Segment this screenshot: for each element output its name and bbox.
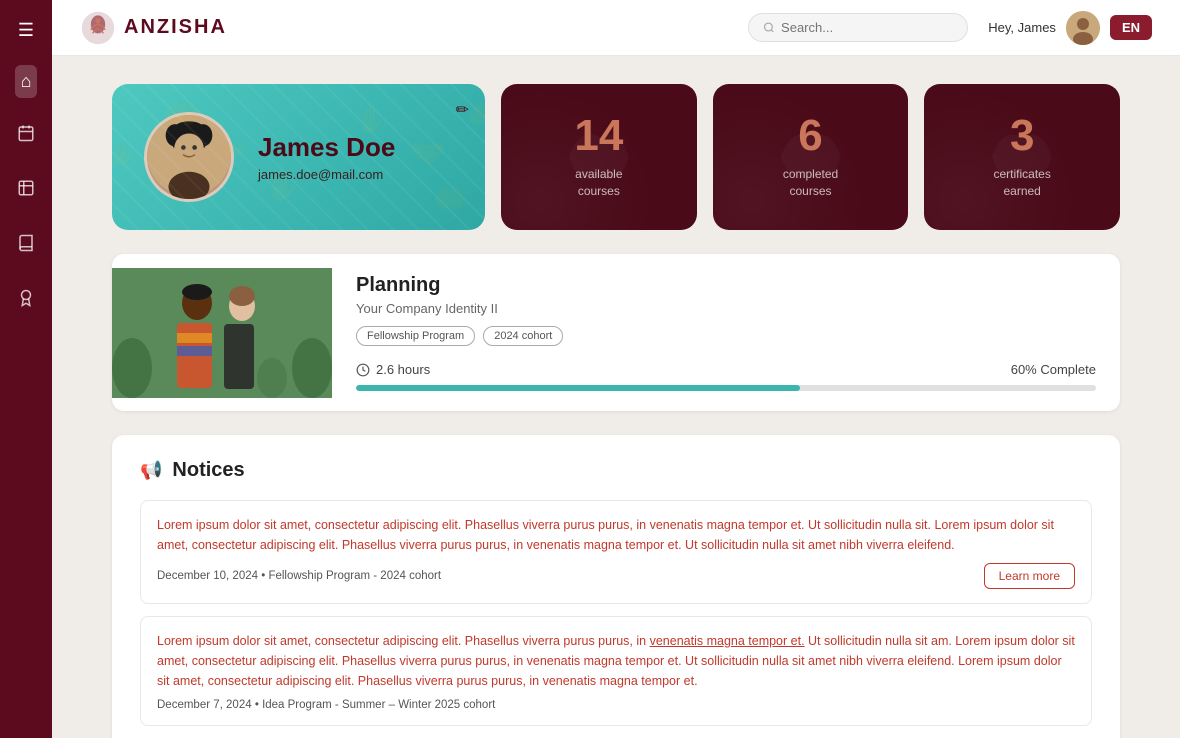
notices-title-text: Notices bbox=[172, 459, 244, 482]
course-tag-1: 2024 cohort bbox=[483, 326, 563, 346]
page-content: 🤝✋ 🤲👐 ✋🤝 🤲👐 👐✋ 🤲 bbox=[52, 56, 1180, 738]
topnav: ANZISHA Hey, James EN bbox=[52, 0, 1180, 56]
notice-item-1: Lorem ipsum dolor sit amet, consectetur … bbox=[140, 616, 1092, 726]
menu-toggle-icon[interactable]: ☰ bbox=[14, 16, 38, 45]
notice-text-0: Lorem ipsum dolor sit amet, consectetur … bbox=[157, 515, 1075, 555]
svg-text:🤲: 🤲 bbox=[467, 102, 485, 129]
stat-card-certificates: 3 certificatesearned bbox=[924, 84, 1120, 230]
notice-date-link-0: December 10, 2024 • Fellowship Program -… bbox=[157, 570, 441, 582]
top-section: 🤝✋ 🤲👐 ✋🤝 🤲👐 👐✋ 🤲 bbox=[112, 84, 1120, 230]
course-title: Planning bbox=[356, 274, 1096, 297]
profile-avatar-image bbox=[147, 112, 231, 199]
learn-more-button-0[interactable]: Learn more bbox=[984, 563, 1075, 589]
user-avatar-icon bbox=[1066, 11, 1100, 45]
sidebar-calendar-icon[interactable] bbox=[11, 118, 41, 153]
stat-label-completed: completedcourses bbox=[783, 166, 838, 200]
stat-label-certs: certificatesearned bbox=[994, 166, 1051, 200]
notices-card: 📢 Notices Lorem ipsum dolor sit amet, co… bbox=[112, 435, 1120, 738]
profile-avatar bbox=[144, 112, 234, 202]
search-input[interactable] bbox=[781, 20, 953, 35]
search-icon bbox=[763, 21, 775, 34]
megaphone-icon: 📢 bbox=[140, 460, 162, 481]
course-complete-label: 60% Complete bbox=[1011, 362, 1096, 377]
course-image bbox=[112, 268, 332, 398]
stat-card-available: 14 availablecourses bbox=[501, 84, 697, 230]
profile-edit-icon[interactable]: ✏ bbox=[456, 100, 469, 120]
course-info: Planning Your Company Identity II Fellow… bbox=[332, 254, 1120, 411]
course-image-svg bbox=[112, 268, 332, 398]
svg-text:✋: ✋ bbox=[112, 140, 138, 169]
sidebar-home-icon[interactable]: ⌂ bbox=[15, 65, 38, 98]
profile-name: James Doe bbox=[258, 132, 395, 163]
course-tag-0: Fellowship Program bbox=[356, 326, 475, 346]
course-subtitle: Your Company Identity II bbox=[356, 301, 1096, 316]
main-content: ANZISHA Hey, James EN bbox=[52, 0, 1180, 738]
progress-fill bbox=[356, 385, 800, 391]
greeting-label: Hey, James bbox=[988, 20, 1056, 35]
svg-text:✋: ✋ bbox=[355, 104, 389, 135]
search-bar[interactable] bbox=[748, 13, 968, 42]
sidebar-schedule-icon[interactable] bbox=[11, 173, 41, 208]
notice-meta-1: December 7, 2024 • Idea Program - Summer… bbox=[157, 699, 1075, 711]
profile-email: james.doe@mail.com bbox=[258, 167, 395, 182]
stat-number-completed: 6 bbox=[798, 114, 822, 158]
notice-item-0: Lorem ipsum dolor sit amet, consectetur … bbox=[140, 500, 1092, 604]
stat-number-available: 14 bbox=[574, 114, 623, 158]
stat-number-certs: 3 bbox=[1010, 114, 1034, 158]
svg-text:🤝: 🤝 bbox=[411, 138, 447, 170]
profile-card: 🤝✋ 🤲👐 ✋🤝 🤲👐 👐✋ 🤲 bbox=[112, 84, 485, 230]
course-duration: 2.6 hours bbox=[356, 362, 430, 377]
sidebar-book-icon[interactable] bbox=[11, 228, 41, 263]
svg-text:👐: 👐 bbox=[112, 187, 116, 214]
notice-separator-1: • bbox=[255, 699, 262, 711]
duration-label: 2.6 hours bbox=[376, 362, 430, 377]
underline-phrase-1: venenatis magna tempor et. bbox=[650, 634, 805, 648]
notice-meta-0: December 10, 2024 • Fellowship Program -… bbox=[157, 563, 1075, 589]
notice-text-1: Lorem ipsum dolor sit amet, consectetur … bbox=[157, 631, 1075, 691]
avatar[interactable] bbox=[1066, 11, 1100, 45]
course-tags: Fellowship Program 2024 cohort bbox=[356, 326, 1096, 346]
notice-date-0: December 10, 2024 bbox=[157, 570, 258, 582]
stat-label-available: availablecourses bbox=[575, 166, 622, 200]
logo-text: ANZISHA bbox=[124, 16, 227, 39]
course-card: Planning Your Company Identity II Fellow… bbox=[112, 254, 1120, 411]
notice-date-link-1: December 7, 2024 • Idea Program - Summer… bbox=[157, 699, 495, 711]
notice-link-0[interactable]: Fellowship Program - 2024 cohort bbox=[268, 570, 441, 582]
sidebar-badge-icon[interactable] bbox=[11, 283, 41, 318]
logo-emblem-icon bbox=[80, 10, 116, 46]
svg-text:🤲: 🤲 bbox=[433, 184, 467, 214]
notice-date-1: December 7, 2024 bbox=[157, 699, 252, 711]
profile-info: James Doe james.doe@mail.com bbox=[258, 132, 395, 182]
sidebar: ☰ ⌂ bbox=[0, 0, 52, 738]
logo: ANZISHA bbox=[80, 10, 227, 46]
notice-link-1[interactable]: Idea Program - Summer – Winter 2025 coho… bbox=[262, 699, 495, 711]
user-area: Hey, James EN bbox=[988, 11, 1152, 45]
notices-title: 📢 Notices bbox=[140, 459, 1092, 482]
progress-bar bbox=[356, 385, 1096, 391]
language-button[interactable]: EN bbox=[1110, 15, 1152, 40]
stat-card-completed: 6 completedcourses bbox=[713, 84, 909, 230]
clock-icon bbox=[356, 363, 370, 377]
course-meta: 2.6 hours 60% Complete bbox=[356, 362, 1096, 377]
